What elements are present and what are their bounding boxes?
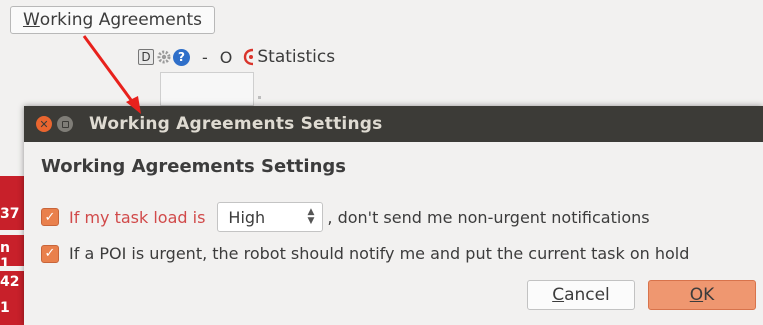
annotation-arrow bbox=[82, 35, 141, 114]
